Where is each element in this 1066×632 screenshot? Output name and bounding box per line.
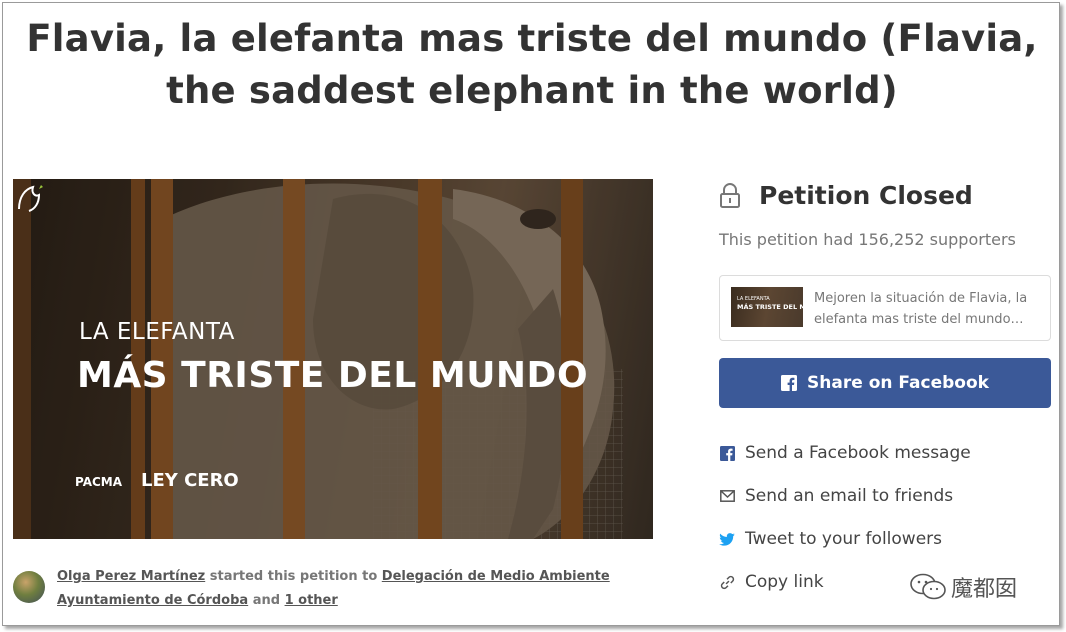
send-facebook-message-link[interactable]: Send a Facebook message: [719, 443, 971, 463]
petition-closed-title: Petition Closed: [759, 181, 973, 210]
page-frame: Flavia, la elefanta mas triste del mundo…: [2, 2, 1060, 626]
petition-hero-image: LA ELEFANTA MÁS TRISTE DEL MUNDO PACMA L…: [13, 179, 653, 539]
preview-thumbnail: LA ELEFANTA MÁS TRISTE DEL MUNDO: [731, 287, 803, 327]
hero-subtitle: LA ELEFANTA: [79, 319, 235, 345]
wechat-icon: [910, 573, 946, 600]
petition-starter-info: Olga Perez Martínez started this petitio…: [57, 565, 657, 613]
hero-headline: MÁS TRISTE DEL MUNDO: [77, 355, 589, 396]
pacma-logo-text: PACMA: [75, 475, 123, 489]
pacma-logo-icon: [18, 183, 43, 212]
starter-name-link[interactable]: Olga Perez Martínez: [57, 569, 205, 584]
watermark: 魔都囡: [909, 571, 1017, 603]
page-title: Flavia, la elefanta mas triste del mundo…: [26, 17, 1038, 112]
starter-middle-text: started this petition to: [205, 569, 382, 584]
twitter-icon: [719, 532, 735, 546]
supporters-count: This petition had 156,252 supporters: [719, 230, 1016, 249]
link-icon: [720, 575, 734, 589]
starter-and-text: and: [248, 593, 285, 608]
preview-description: Mejoren la situación de Flavia, la elefa…: [814, 291, 1028, 327]
share-preview-card[interactable]: LA ELEFANTA MÁS TRISTE DEL MUNDO Mejoren…: [719, 275, 1051, 341]
preview-thumb-line2: MÁS TRISTE DEL MUNDO: [737, 303, 803, 311]
watermark-text: 魔都囡: [951, 577, 1018, 602]
lock-icon: [720, 182, 740, 208]
copy-link[interactable]: Copy link: [719, 572, 824, 592]
tweet-label: Tweet to your followers: [745, 529, 943, 549]
email-icon: [719, 490, 735, 502]
share-on-facebook-button[interactable]: Share on Facebook: [719, 358, 1051, 408]
ley-cero-logo-text: LEY CERO: [141, 470, 239, 491]
send-facebook-message-label: Send a Facebook message: [745, 443, 971, 463]
facebook-icon: [781, 375, 798, 391]
preview-thumb-line1: LA ELEFANTA: [737, 296, 770, 302]
send-email-link[interactable]: Send an email to friends: [719, 486, 953, 506]
share-on-facebook-label: Share on Facebook: [807, 373, 989, 393]
facebook-icon: [719, 445, 735, 461]
send-email-label: Send an email to friends: [745, 486, 954, 506]
tweet-link[interactable]: Tweet to your followers: [719, 529, 942, 549]
copy-link-label: Copy link: [745, 572, 824, 592]
petition-status: Petition Closed: [719, 181, 973, 210]
starter-avatar[interactable]: [13, 571, 45, 603]
other-targets-link[interactable]: 1 other: [285, 593, 338, 608]
